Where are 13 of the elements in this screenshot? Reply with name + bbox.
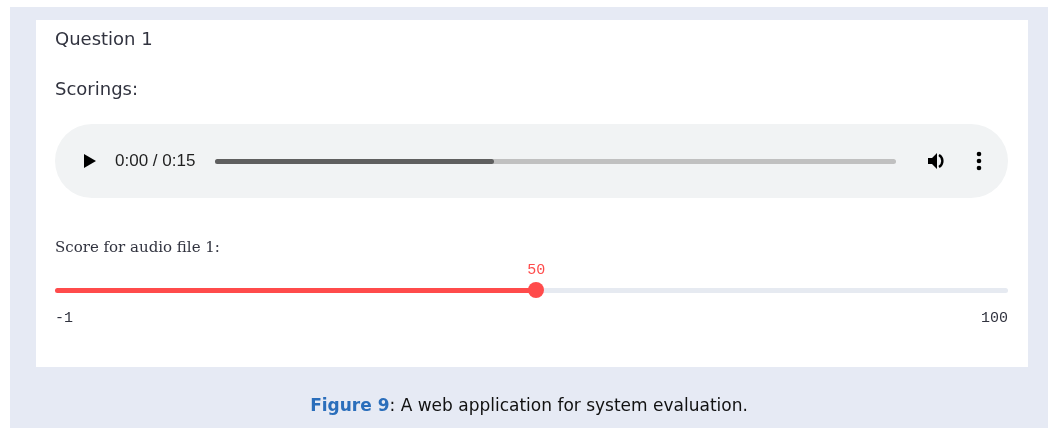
slider-label: Score for audio file 1: — [55, 238, 221, 256]
slider-value: 50 — [527, 262, 546, 279]
play-button[interactable] — [83, 153, 97, 169]
slider-thumb[interactable] — [528, 282, 545, 298]
question-title: Question 1 — [55, 27, 154, 51]
slider-min: -1 — [55, 310, 73, 327]
time-display: 0:00 / 0:15 — [115, 151, 196, 171]
section-label: Scorings: — [55, 77, 139, 101]
score-slider[interactable] — [55, 282, 1008, 298]
more-options-button[interactable] — [976, 151, 982, 171]
slider-max: 100 — [981, 310, 1008, 327]
progress-bar[interactable] — [215, 158, 896, 164]
figure-caption: Figure 9: A web application for system evaluation. — [309, 395, 749, 415]
